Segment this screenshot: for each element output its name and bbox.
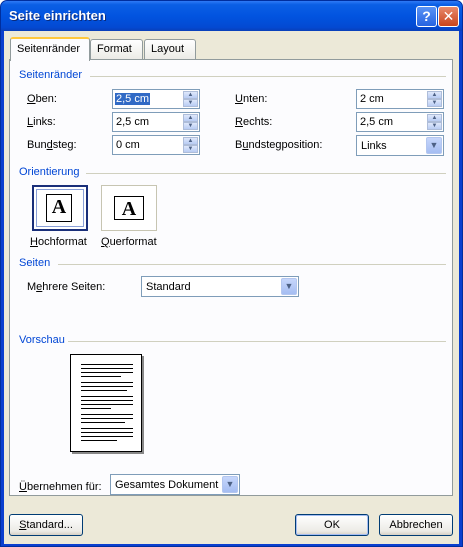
gutter-label: Bundsteg: (27, 139, 77, 151)
tab-seitenraender[interactable]: Seitenränder (10, 37, 90, 61)
landscape-page-icon: A (114, 196, 144, 220)
cancel-button[interactable]: Abbrechen (379, 514, 453, 536)
apply-to-label: Übernehmen für: (19, 481, 102, 493)
divider (58, 264, 446, 265)
chevron-down-icon[interactable]: ▼ (222, 476, 238, 493)
tab-layout[interactable]: Layout (144, 39, 196, 59)
right-margin-input[interactable]: 2,5 cm ▲ ▼ (356, 112, 444, 132)
multiple-pages-label: Mehrere Seiten: (27, 281, 106, 293)
tab-label: Layout (151, 43, 185, 55)
default-button[interactable]: Standard... (9, 514, 83, 536)
left-margin-input[interactable]: 2,5 cm ▲ ▼ (112, 112, 200, 132)
bottom-margin-input[interactable]: 2 cm ▲ ▼ (356, 89, 444, 109)
title-bar: Seite einrichten ? ✕ (1, 1, 462, 31)
page-setup-dialog: Seite einrichten ? ✕ Seitenränder Format… (0, 0, 463, 547)
pages-group-label: Seiten (19, 257, 51, 269)
dialog-body: Seitenränder Format Layout Seitenränder … (4, 31, 459, 544)
spin-arrows-icon[interactable]: ▲ ▼ (183, 91, 198, 107)
multiple-pages-value: Standard (146, 281, 191, 293)
margins-group-label: Seitenränder (19, 69, 82, 81)
bottom-margin-value: 2 cm (360, 93, 384, 105)
divider (90, 76, 446, 77)
orientation-group-label: Orientierung (19, 166, 80, 178)
help-icon: ? (422, 8, 431, 24)
divider (86, 173, 446, 174)
top-margin-input[interactable]: 2,5 cm ▲ ▼ (112, 89, 200, 109)
landscape-button[interactable]: A (101, 185, 157, 231)
portrait-label: Hochformat (30, 236, 87, 248)
apply-to-select[interactable]: Gesamtes Dokument ▼ (110, 474, 240, 495)
gutter-input[interactable]: 0 cm ▲ ▼ (112, 135, 200, 155)
right-margin-label: Rechts: (235, 116, 273, 128)
top-margin-value: 2,5 cm (115, 93, 151, 105)
gutter-position-select[interactable]: Links ▼ (356, 135, 444, 156)
ok-button[interactable]: OK (295, 514, 369, 536)
right-margin-value: 2,5 cm (360, 116, 394, 128)
gutter-position-value: Links (361, 140, 387, 152)
bottom-margin-label: Unten: (235, 93, 268, 105)
top-margin-label: Oben: (27, 93, 57, 105)
gutter-position-label: Bundstegposition: (235, 139, 323, 151)
preview-group-label: Vorschau (19, 334, 65, 346)
tab-panel-seitenraender: Seitenränder Oben: 2,5 cm ▲ ▼ Links: 2,5 … (9, 59, 453, 496)
chevron-down-icon[interactable]: ▼ (281, 278, 297, 295)
left-margin-label: Links: (27, 116, 56, 128)
page-preview (70, 354, 142, 452)
divider (68, 341, 446, 342)
spin-arrows-icon[interactable]: ▲ ▼ (183, 137, 198, 153)
portrait-button[interactable]: A (32, 185, 88, 231)
spin-arrows-icon[interactable]: ▲ ▼ (183, 114, 198, 130)
window-title: Seite einrichten (9, 8, 106, 23)
chevron-down-icon[interactable]: ▼ (426, 137, 442, 154)
portrait-page-icon: A (46, 194, 72, 222)
tab-label: Seitenränder (17, 43, 80, 55)
multiple-pages-select[interactable]: Standard ▼ (141, 276, 299, 297)
help-button[interactable]: ? (416, 6, 437, 27)
landscape-label: Querformat (101, 236, 157, 248)
tab-format[interactable]: Format (90, 39, 143, 59)
spin-arrows-icon[interactable]: ▲ ▼ (427, 114, 442, 130)
close-icon: ✕ (442, 8, 455, 24)
left-margin-value: 2,5 cm (116, 116, 150, 128)
apply-to-value: Gesamtes Dokument (115, 479, 219, 491)
spin-arrows-icon[interactable]: ▲ ▼ (427, 91, 442, 107)
tab-label: Format (97, 43, 132, 55)
gutter-value: 0 cm (116, 139, 140, 151)
close-button[interactable]: ✕ (438, 6, 459, 27)
